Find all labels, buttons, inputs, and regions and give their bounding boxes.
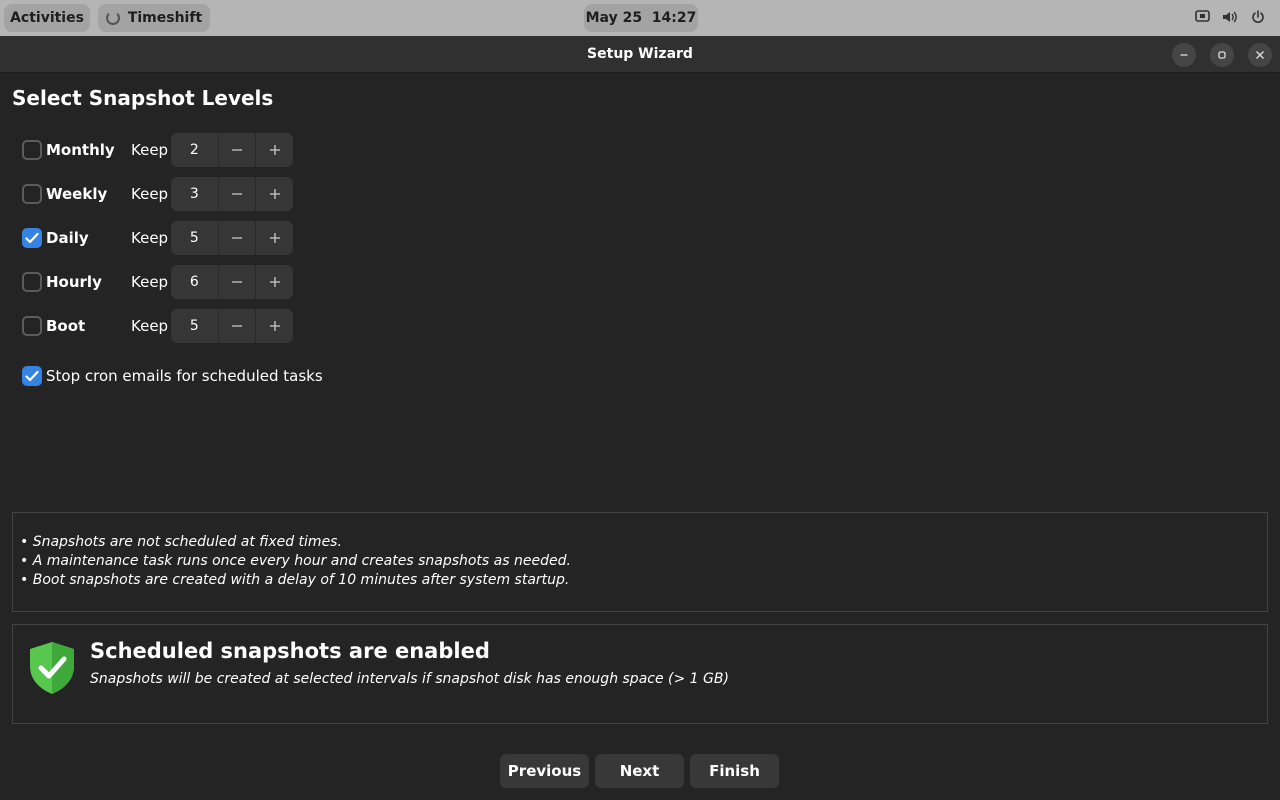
hourly-increase-button[interactable] <box>256 265 293 299</box>
weekly-label[interactable]: Weekly <box>46 177 107 211</box>
boot-keep-input[interactable]: 5 <box>171 309 219 343</box>
stop-cron-emails-checkbox[interactable] <box>22 366 42 386</box>
hourly-label[interactable]: Hourly <box>46 265 102 299</box>
note-line: • A maintenance task runs once every hou… <box>20 553 571 569</box>
status-title: Scheduled snapshots are enabled <box>90 639 490 663</box>
boot-label[interactable]: Boot <box>46 309 85 343</box>
daily-checkbox[interactable] <box>22 228 42 248</box>
stop-cron-emails-label[interactable]: Stop cron emails for scheduled tasks <box>46 364 323 388</box>
level-row-daily: Daily Keep 5 <box>22 221 322 255</box>
daily-keep-stepper: 5 <box>171 221 293 255</box>
app-name: Timeshift <box>127 10 203 26</box>
restore-icon <box>1218 51 1226 59</box>
hourly-decrease-button[interactable] <box>219 265 257 299</box>
weekly-keep-input[interactable]: 3 <box>171 177 219 211</box>
top-bar: Activities Timeshift May 25 14:27 <box>0 0 1280 36</box>
finish-button[interactable]: Finish <box>690 754 779 788</box>
app-menu-button[interactable]: Timeshift <box>98 4 210 32</box>
clock-label: May 25 14:27 <box>585 10 697 26</box>
minus-icon <box>231 325 242 327</box>
daily-increase-button[interactable] <box>256 221 293 255</box>
plus-icon <box>269 145 280 155</box>
hourly-checkbox[interactable] <box>22 272 42 292</box>
screen-share-icon[interactable] <box>1194 9 1210 25</box>
hourly-keep-input[interactable]: 6 <box>171 265 219 299</box>
minus-icon <box>231 149 242 151</box>
close-icon <box>1256 51 1264 59</box>
page-heading: Select Snapshot Levels <box>12 86 274 110</box>
activities-button[interactable]: Activities <box>4 4 90 32</box>
level-row-hourly: Hourly Keep 6 <box>22 265 322 299</box>
daily-label[interactable]: Daily <box>46 221 89 255</box>
level-row-monthly: Monthly Keep 2 <box>22 133 322 167</box>
status-subtitle: Snapshots will be created at selected in… <box>90 671 729 687</box>
daily-keep-input[interactable]: 5 <box>171 221 219 255</box>
monthly-keep-stepper: 2 <box>171 133 293 167</box>
minus-icon <box>231 281 242 283</box>
loading-spinner-icon <box>105 11 120 25</box>
weekly-keep-stepper: 3 <box>171 177 293 211</box>
power-icon[interactable] <box>1250 9 1266 25</box>
weekly-checkbox[interactable] <box>22 184 42 204</box>
minimize-button[interactable] <box>1172 43 1196 67</box>
monthly-increase-button[interactable] <box>256 133 293 167</box>
keep-label: Keep <box>131 317 169 335</box>
info-notes: • Snapshots are not scheduled at fixed t… <box>12 512 1268 612</box>
keep-label: Keep <box>131 185 169 203</box>
plus-icon <box>269 233 280 243</box>
plus-icon <box>269 277 280 287</box>
plus-icon <box>269 321 280 331</box>
system-tray[interactable] <box>1194 9 1266 25</box>
window-title: Setup Wizard <box>587 46 693 62</box>
note-line: • Boot snapshots are created with a dela… <box>20 572 570 588</box>
level-row-boot: Boot Keep 5 <box>22 309 322 343</box>
keep-label: Keep <box>131 229 169 247</box>
weekly-increase-button[interactable] <box>256 177 293 211</box>
monthly-checkbox[interactable] <box>22 140 42 160</box>
hourly-keep-stepper: 6 <box>171 265 293 299</box>
daily-decrease-button[interactable] <box>219 221 257 255</box>
keep-label: Keep <box>131 141 169 159</box>
maximize-button[interactable] <box>1210 43 1234 67</box>
minus-icon <box>231 193 242 195</box>
checkmark-icon <box>25 232 39 244</box>
level-row-weekly: Weekly Keep 3 <box>22 177 322 211</box>
plus-icon <box>269 189 280 199</box>
boot-keep-stepper: 5 <box>171 309 293 343</box>
monthly-decrease-button[interactable] <box>219 133 257 167</box>
keep-label: Keep <box>131 273 169 291</box>
next-button[interactable]: Next <box>595 754 684 788</box>
monthly-keep-input[interactable]: 2 <box>171 133 219 167</box>
activities-label: Activities <box>10 10 84 26</box>
boot-increase-button[interactable] <box>256 309 293 343</box>
boot-checkbox[interactable] <box>22 316 42 336</box>
minimize-icon <box>1180 54 1188 56</box>
boot-decrease-button[interactable] <box>219 309 257 343</box>
monthly-label[interactable]: Monthly <box>46 133 115 167</box>
weekly-decrease-button[interactable] <box>219 177 257 211</box>
clock-button[interactable]: May 25 14:27 <box>584 4 698 32</box>
close-button[interactable] <box>1248 43 1272 67</box>
checkmark-icon <box>25 370 39 382</box>
note-line: • Snapshots are not scheduled at fixed t… <box>20 534 342 550</box>
minus-icon <box>231 237 242 239</box>
window-header: Setup Wizard <box>0 36 1280 73</box>
shield-check-icon <box>30 642 74 694</box>
status-panel: Scheduled snapshots are enabled Snapshot… <box>12 624 1268 724</box>
volume-icon[interactable] <box>1222 9 1238 25</box>
previous-button[interactable]: Previous <box>500 754 589 788</box>
